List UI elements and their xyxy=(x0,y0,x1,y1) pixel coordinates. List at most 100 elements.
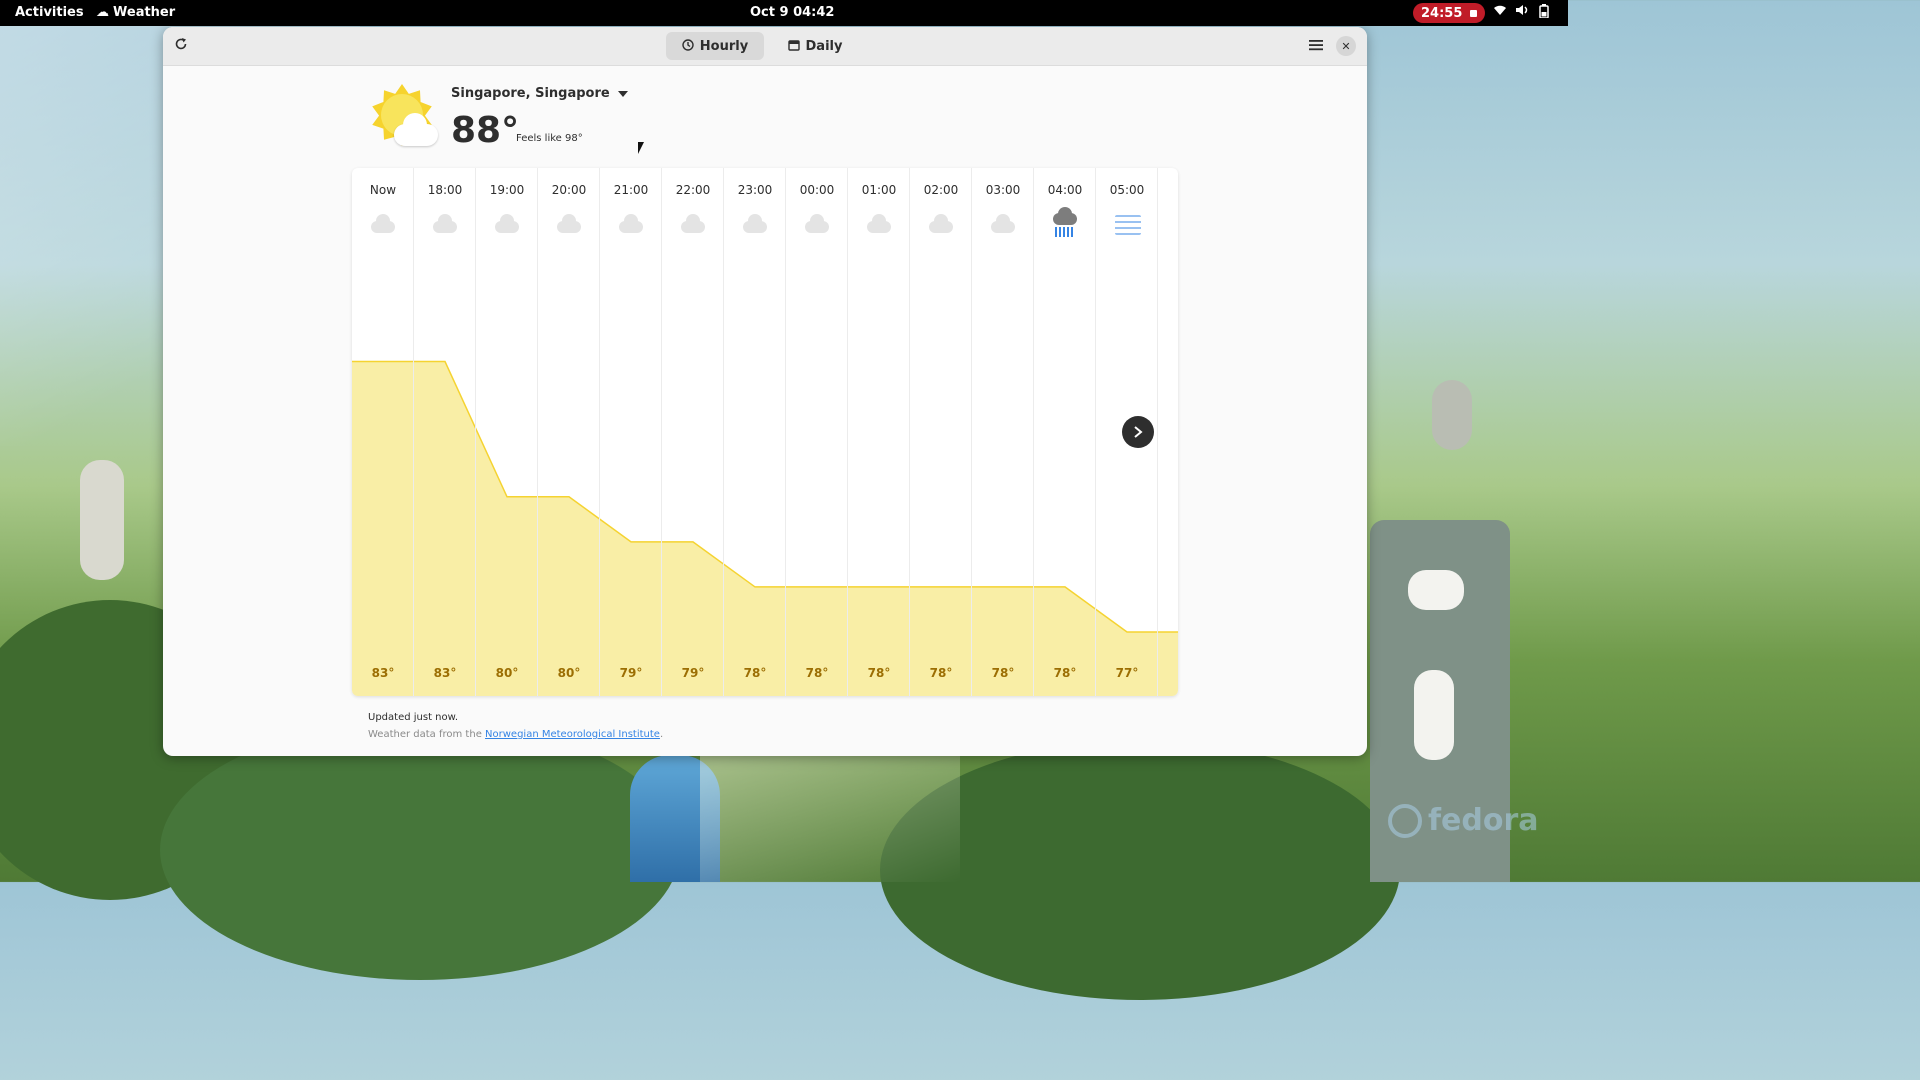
hour-column: 19:00 80° xyxy=(476,168,538,696)
calendar-icon xyxy=(787,39,800,54)
weather-app-icon: ☁ xyxy=(96,5,109,20)
volume-icon xyxy=(1515,4,1529,18)
cloud-icon xyxy=(557,213,581,237)
source-link[interactable]: Norwegian Meteorological Institute xyxy=(485,729,660,740)
hour-temperature: 78° xyxy=(805,666,829,680)
source-suffix: . xyxy=(659,729,664,740)
location-label: Singapore, Singapore xyxy=(451,86,610,101)
hour-column: 18:00 83° xyxy=(414,168,476,696)
hour-time: 05:00 xyxy=(1109,183,1145,197)
chevron-right-icon xyxy=(1133,423,1143,442)
activities-button[interactable]: Activities xyxy=(15,5,84,20)
hour-column: 01:00 78° xyxy=(848,168,910,696)
wallpaper-stone xyxy=(1432,380,1472,450)
cloud-icon xyxy=(681,213,705,237)
cloud-icon xyxy=(371,213,395,237)
clock[interactable]: Oct 9 04:42 xyxy=(750,5,834,20)
mouse-cursor xyxy=(638,142,644,154)
dropdown-arrow-icon xyxy=(617,90,628,97)
close-button[interactable]: ✕ xyxy=(1336,36,1356,56)
cloud-icon xyxy=(619,213,643,237)
screen-recording-indicator[interactable]: 24:55 xyxy=(1413,3,1486,23)
header-bar: Hourly Daily ✕ xyxy=(163,27,1367,66)
fedora-logo: fedora xyxy=(1388,803,1539,838)
source-prefix: Weather data from the xyxy=(368,729,486,740)
cloud-icon xyxy=(495,213,519,237)
hour-temperature: 83° xyxy=(433,666,457,680)
data-source: Weather data from the Norwegian Meteorol… xyxy=(368,729,663,740)
tab-hourly-label: Hourly xyxy=(699,38,749,54)
hour-column: 02:00 78° xyxy=(910,168,972,696)
hour-time: 04:00 xyxy=(1047,183,1083,197)
hour-column: 21:00 79° xyxy=(600,168,662,696)
rain-icon xyxy=(1053,207,1077,237)
wallpaper-stone xyxy=(80,460,124,580)
feels-like: Feels like 98° xyxy=(516,133,583,144)
hour-time: 19:00 xyxy=(489,183,525,197)
hour-column-partial xyxy=(1158,168,1178,696)
hour-time: 20:00 xyxy=(551,183,587,197)
wallpaper-bush xyxy=(160,720,680,980)
stop-icon xyxy=(1470,9,1478,17)
hour-column: Now 83° xyxy=(352,168,414,696)
battery-icon xyxy=(1537,4,1551,19)
clock-icon xyxy=(682,38,694,54)
hour-time: 03:00 xyxy=(985,183,1021,197)
close-icon: ✕ xyxy=(1341,39,1351,53)
fog-icon xyxy=(1115,213,1141,237)
wifi-icon xyxy=(1493,4,1507,18)
forecast-columns: Now 83° 18:00 83° 19:00 80° 20:00 80° 21:00 79° 22… xyxy=(352,168,1178,696)
hour-temperature: 78° xyxy=(991,666,1015,680)
hour-temperature: 78° xyxy=(929,666,953,680)
hour-temperature: 79° xyxy=(619,666,643,680)
refresh-icon xyxy=(174,37,188,55)
updated-status: Updated just now. xyxy=(368,712,459,723)
hour-time: 00:00 xyxy=(799,183,835,197)
system-tray[interactable] xyxy=(1493,4,1551,19)
hour-temperature: 79° xyxy=(681,666,705,680)
app-menu-label: Weather xyxy=(113,5,176,20)
location-selector[interactable]: Singapore, Singapore xyxy=(451,86,628,101)
hour-temperature: 78° xyxy=(1053,666,1077,680)
sun-with-cloud-icon xyxy=(368,84,438,150)
hourly-forecast[interactable]: Now 83° 18:00 83° 19:00 80° 20:00 80° 21:00 79° 22… xyxy=(352,168,1178,696)
main-menu-button[interactable] xyxy=(1302,33,1330,59)
hour-temperature: 78° xyxy=(867,666,891,680)
hour-temperature: 80° xyxy=(557,666,581,680)
cloud-icon xyxy=(433,213,457,237)
hour-time: 02:00 xyxy=(923,183,959,197)
tab-daily[interactable]: Daily xyxy=(775,32,855,60)
tab-hourly[interactable]: Hourly xyxy=(666,32,764,60)
hour-column: 23:00 78° xyxy=(724,168,786,696)
cloud-icon xyxy=(805,213,829,237)
tab-daily-label: Daily xyxy=(805,38,843,54)
current-temperature: 88° xyxy=(451,110,520,151)
hour-temperature: 80° xyxy=(495,666,519,680)
hour-temperature: 78° xyxy=(743,666,767,680)
hour-time: 22:00 xyxy=(675,183,711,197)
cloud-icon xyxy=(867,213,891,237)
hour-column: 00:00 78° xyxy=(786,168,848,696)
hour-column: 04:00 78° xyxy=(1034,168,1096,696)
app-menu[interactable]: ☁ Weather xyxy=(96,5,175,20)
hour-time: Now xyxy=(369,183,397,197)
hour-column: 20:00 80° xyxy=(538,168,600,696)
refresh-button[interactable] xyxy=(167,33,195,59)
cloud-icon xyxy=(743,213,767,237)
wallpaper-sunbeam xyxy=(700,755,960,882)
hour-time: 23:00 xyxy=(737,183,773,197)
weather-window: Hourly Daily ✕ Singapore, Singapore 88° … xyxy=(163,27,1367,756)
hour-time: 18:00 xyxy=(427,183,463,197)
recording-time: 24:55 xyxy=(1421,5,1463,21)
cloud-icon xyxy=(929,213,953,237)
hour-time: 01:00 xyxy=(861,183,897,197)
scroll-next-button[interactable] xyxy=(1122,416,1154,448)
hour-column: 22:00 79° xyxy=(662,168,724,696)
hour-temperature: 77° xyxy=(1115,666,1139,680)
top-bar: Activities ☁ Weather Oct 9 04:42 24:55 xyxy=(0,0,1568,26)
hour-temperature: 83° xyxy=(371,666,395,680)
hour-time: 21:00 xyxy=(613,183,649,197)
hour-column: 03:00 78° xyxy=(972,168,1034,696)
hamburger-icon xyxy=(1309,37,1323,55)
cloud-icon xyxy=(991,213,1015,237)
